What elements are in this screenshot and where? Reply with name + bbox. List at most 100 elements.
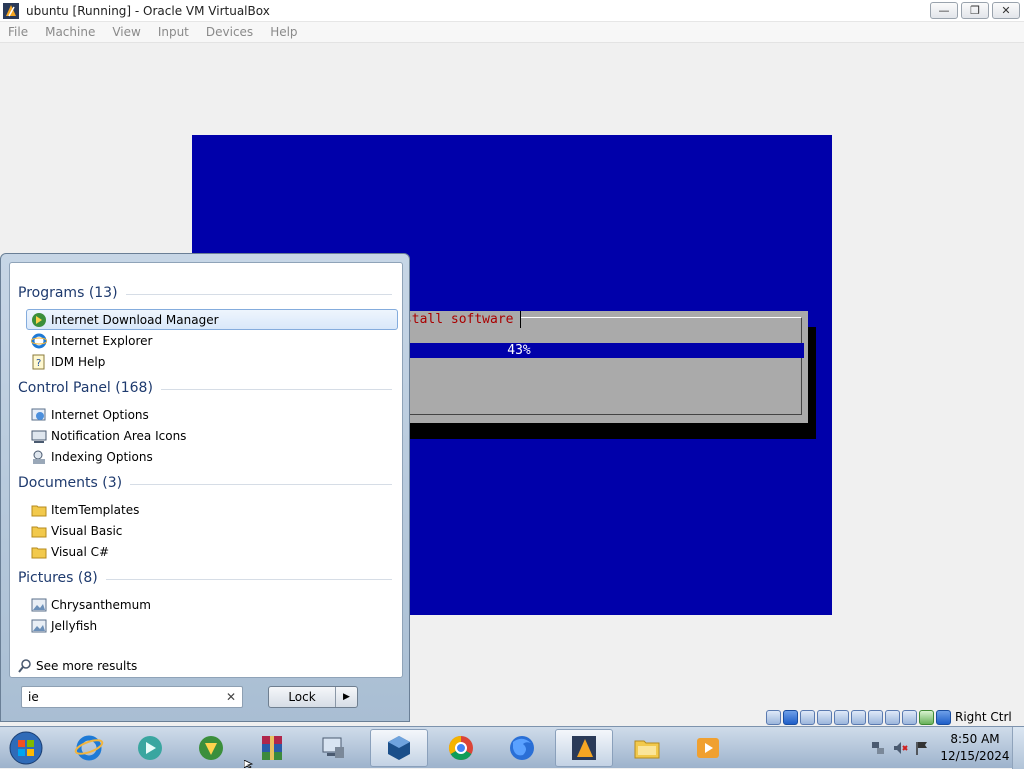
idm-icon (32, 312, 46, 327)
result-internet-options[interactable]: Internet Options (26, 404, 398, 425)
volume-muted-icon[interactable] (892, 740, 908, 756)
menu-view[interactable]: View (104, 25, 149, 39)
restore-button[interactable]: ❐ (961, 2, 989, 19)
firefox-icon (510, 736, 534, 760)
start-button[interactable] (6, 730, 46, 766)
chrome-icon (448, 736, 473, 761)
lock-button[interactable]: Lock ▶ (268, 686, 358, 708)
result-itemtemplates[interactable]: ItemTemplates (26, 499, 398, 520)
keyboard-icon[interactable] (936, 709, 951, 725)
taskbar: 8:50 AM 12/15/2024 (0, 726, 1024, 769)
result-label: Notification Area Icons (51, 428, 187, 443)
taskbar-internet-explorer[interactable] (60, 729, 118, 767)
taskbar-media-player[interactable] (679, 729, 737, 767)
result-jellyfish[interactable]: Jellyfish (26, 615, 398, 636)
taskbar-chrome[interactable] (432, 729, 490, 767)
picture-icon (31, 598, 47, 611)
cpu-icon[interactable] (902, 709, 917, 725)
window-controls: — ❐ ✕ (930, 2, 1020, 19)
see-more-results-link[interactable]: See more results (18, 659, 137, 673)
result-label: ItemTemplates (51, 502, 140, 517)
host-key-label: Right Ctrl (955, 710, 1012, 724)
search-icon (18, 659, 31, 673)
minimize-button[interactable]: — (930, 2, 958, 19)
action-center-flag-icon[interactable] (914, 740, 930, 756)
indexing-options-icon (33, 450, 45, 464)
folder-icon (31, 526, 47, 537)
taskbar-virtualbox[interactable] (370, 729, 428, 767)
mouse-integration-icon[interactable] (919, 709, 934, 725)
result-visual-basic[interactable]: Visual Basic (26, 520, 398, 541)
network-icon[interactable] (817, 709, 832, 725)
result-idm-help[interactable]: ? IDM Help (26, 351, 398, 372)
menu-machine[interactable]: Machine (37, 25, 104, 39)
taskbar-firefox[interactable] (493, 729, 551, 767)
result-label: Chrysanthemum (51, 597, 151, 612)
video-capture-icon[interactable] (885, 709, 900, 725)
virtualbox-vm-icon (572, 736, 596, 760)
section-pictures: Pictures (8) (18, 568, 392, 588)
start-search-box[interactable]: ✕ (21, 686, 243, 708)
clear-search-icon[interactable]: ✕ (226, 690, 236, 704)
power-options-arrow-icon[interactable]: ▶ (335, 687, 357, 707)
shared-folders-icon[interactable] (851, 709, 866, 725)
result-indexing-options[interactable]: Indexing Options (26, 446, 398, 467)
folder-icon (634, 740, 660, 759)
display-icon[interactable] (868, 709, 883, 725)
result-internet-download-manager[interactable]: Internet Download Manager (26, 309, 398, 330)
vbox-status-bar: Right Ctrl (766, 708, 1024, 726)
virtualbox-icon (388, 736, 410, 760)
result-label: Internet Download Manager (51, 312, 219, 327)
section-header[interactable]: Programs (13) (18, 285, 118, 301)
usb-icon[interactable] (834, 709, 849, 725)
picture-icon (31, 619, 47, 632)
start-menu: Programs (13) Internet Download Manager … (0, 253, 410, 722)
result-internet-explorer[interactable]: Internet Explorer (26, 330, 398, 351)
help-file-icon: ? (32, 354, 45, 369)
result-label: Visual Basic (51, 523, 123, 538)
section-header[interactable]: Control Panel (168) (18, 380, 153, 396)
section-control-panel: Control Panel (168) (18, 378, 392, 398)
taskbar-internet-download-manager[interactable] (182, 729, 240, 767)
result-label: Internet Explorer (51, 333, 153, 348)
internet-explorer-icon (31, 333, 47, 348)
menu-file[interactable]: File (0, 25, 37, 39)
search-results-pane: Programs (13) Internet Download Manager … (9, 262, 403, 678)
lock-button-label: Lock (288, 690, 316, 704)
network-icon[interactable] (870, 740, 886, 756)
folder-icon (31, 547, 47, 558)
menu-bar: File Machine View Input Devices Help (0, 22, 1024, 43)
result-chrysanthemum[interactable]: Chrysanthemum (26, 594, 398, 615)
winrar-icon (262, 736, 282, 760)
result-label: Indexing Options (51, 449, 153, 464)
optical-drive-icon[interactable] (783, 709, 798, 725)
menu-input[interactable]: Input (150, 25, 198, 39)
window-title: ubuntu [Running] - Oracle VM VirtualBox (26, 3, 270, 18)
taskbar-media-app[interactable] (121, 729, 179, 767)
result-visual-csharp[interactable]: Visual C# (26, 541, 398, 562)
section-header[interactable]: Pictures (8) (18, 570, 98, 586)
hard-disk-icon[interactable] (766, 709, 781, 725)
start-search-input[interactable] (22, 688, 212, 706)
result-label: Jellyfish (51, 618, 98, 633)
taskbar-file-explorer[interactable] (618, 729, 676, 767)
show-desktop-button[interactable] (1012, 727, 1024, 769)
result-label: Visual C# (51, 544, 110, 559)
virtualbox-app-icon[interactable] (2, 2, 20, 20)
internet-explorer-icon (74, 735, 104, 761)
menu-devices[interactable]: Devices (198, 25, 262, 39)
media-app-icon (138, 736, 162, 760)
notification-area-icon (31, 430, 47, 443)
audio-icon[interactable] (800, 709, 815, 725)
menu-help[interactable]: Help (262, 25, 306, 39)
svg-text:?: ? (36, 358, 41, 369)
close-button[interactable]: ✕ (992, 2, 1020, 19)
result-notification-area-icons[interactable]: Notification Area Icons (26, 425, 398, 446)
media-player-icon (697, 738, 719, 758)
taskbar-computer-management[interactable] (304, 729, 362, 767)
taskbar-clock[interactable]: 8:50 AM 12/15/2024 (940, 731, 1010, 765)
section-header[interactable]: Documents (3) (18, 475, 122, 491)
section-programs: Programs (13) (18, 283, 392, 303)
taskbar-virtualbox-vm[interactable] (555, 729, 613, 767)
computer-management-icon (322, 737, 344, 758)
